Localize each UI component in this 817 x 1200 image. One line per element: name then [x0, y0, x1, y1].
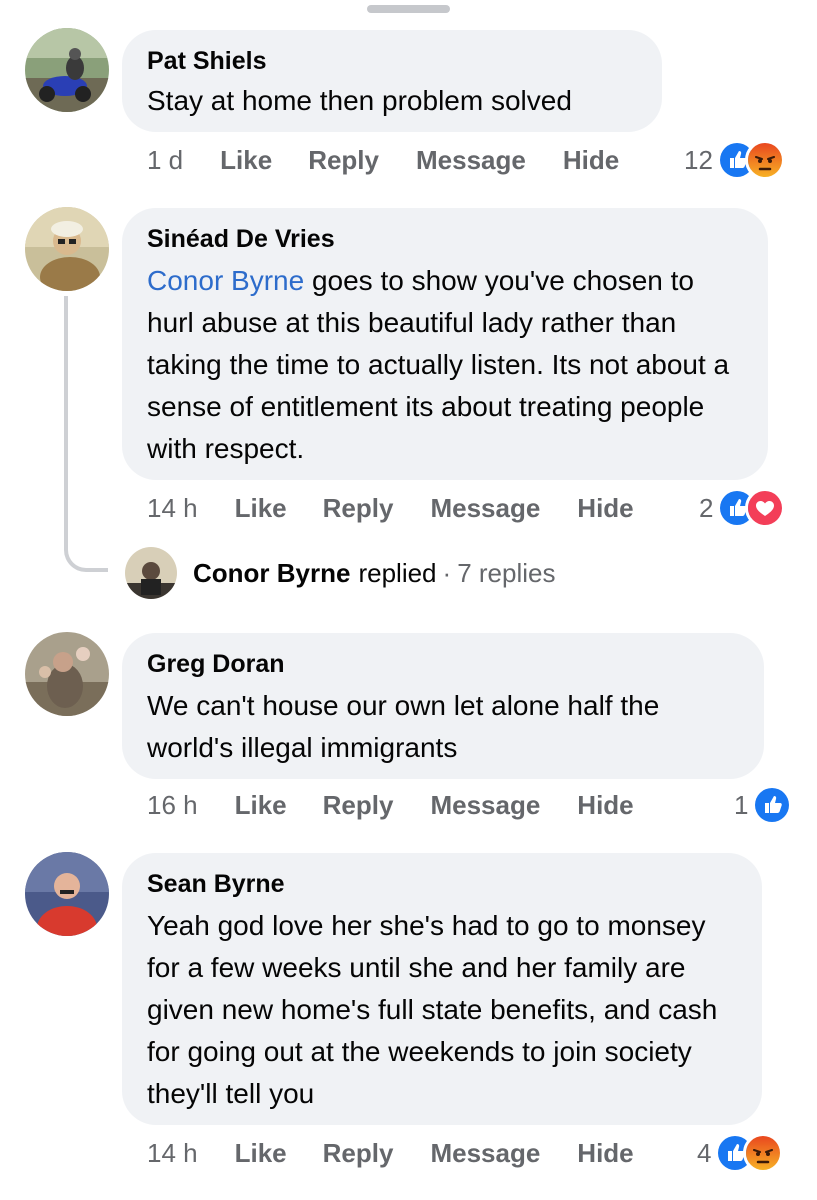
reaction-count: 2 — [699, 492, 714, 523]
angry-icon — [744, 140, 785, 180]
separator-dot: · — [442, 557, 452, 588]
comment-text: Yeah god love her she's had to go to mon… — [147, 910, 718, 1109]
like-icon — [752, 785, 793, 825]
comment-bubble[interactable]: Sinéad De Vries Conor Byrne goes to show… — [122, 208, 768, 480]
love-icon — [745, 488, 786, 528]
reaction-summary[interactable]: 12 — [684, 140, 785, 180]
message-button[interactable]: Message — [430, 493, 540, 524]
comment-author[interactable]: Sinéad De Vries — [147, 224, 744, 254]
comment-actions: 14 h Like Reply Message Hide — [147, 490, 634, 526]
like-button[interactable]: Like — [235, 1138, 287, 1169]
reaction-summary[interactable]: 4 — [697, 1133, 784, 1173]
comment-actions: 1 d Like Reply Message Hide — [147, 142, 619, 178]
avatar[interactable] — [25, 28, 109, 112]
hide-button[interactable]: Hide — [577, 790, 633, 821]
comment-timestamp[interactable]: 14 h — [147, 493, 198, 524]
reaction-count: 1 — [734, 789, 749, 820]
avatar[interactable] — [25, 207, 109, 291]
message-button[interactable]: Message — [430, 1138, 540, 1169]
reply-thread-line — [64, 296, 108, 572]
message-button[interactable]: Message — [430, 790, 540, 821]
reply-button[interactable]: Reply — [323, 1138, 394, 1169]
comment-timestamp[interactable]: 16 h — [147, 790, 198, 821]
comment-text: Conor Byrne goes to show you've chosen t… — [147, 260, 744, 470]
avatar — [125, 547, 177, 599]
comment-text: Stay at home then problem solved — [147, 85, 572, 116]
view-replies-link[interactable]: Conor Byrne replied · 7 replies — [125, 547, 556, 599]
comment-bubble[interactable]: Pat Shiels Stay at home then problem sol… — [122, 30, 662, 132]
message-button[interactable]: Message — [416, 145, 526, 176]
hide-button[interactable]: Hide — [563, 145, 619, 176]
hide-button[interactable]: Hide — [577, 493, 633, 524]
comment-actions: 16 h Like Reply Message Hide — [147, 787, 634, 823]
reply-button[interactable]: Reply — [323, 493, 394, 524]
reply-count: 7 replies — [457, 557, 556, 588]
reaction-count: 4 — [697, 1137, 712, 1168]
comment-bubble[interactable]: Sean Byrne Yeah god love her she's had t… — [122, 853, 762, 1125]
reaction-summary[interactable]: 2 — [699, 488, 786, 528]
reply-button[interactable]: Reply — [308, 145, 379, 176]
comment-author[interactable]: Greg Doran — [147, 649, 740, 679]
like-button[interactable]: Like — [220, 145, 272, 176]
mention-link[interactable]: Conor Byrne — [147, 265, 304, 296]
reaction-count: 12 — [684, 144, 713, 175]
sheet-drag-handle[interactable] — [367, 5, 450, 13]
comment-bubble[interactable]: Greg Doran We can't house our own let al… — [122, 633, 764, 779]
hide-button[interactable]: Hide — [577, 1138, 633, 1169]
avatar[interactable] — [25, 852, 109, 936]
reaction-summary[interactable]: 1 — [734, 785, 793, 825]
reply-author: Conor Byrne — [193, 557, 351, 588]
avatar[interactable] — [25, 632, 109, 716]
like-button[interactable]: Like — [235, 493, 287, 524]
angry-icon — [743, 1133, 784, 1173]
reply-button[interactable]: Reply — [323, 790, 394, 821]
comment-author[interactable]: Sean Byrne — [147, 869, 738, 899]
like-button[interactable]: Like — [235, 790, 287, 821]
comment-timestamp[interactable]: 1 d — [147, 145, 183, 176]
reply-verb: replied — [358, 557, 437, 588]
comment-actions: 14 h Like Reply Message Hide — [147, 1135, 634, 1171]
comment-author[interactable]: Pat Shiels — [147, 46, 638, 76]
comment-text: We can't house our own let alone half th… — [147, 690, 660, 763]
comment-timestamp[interactable]: 14 h — [147, 1138, 198, 1169]
